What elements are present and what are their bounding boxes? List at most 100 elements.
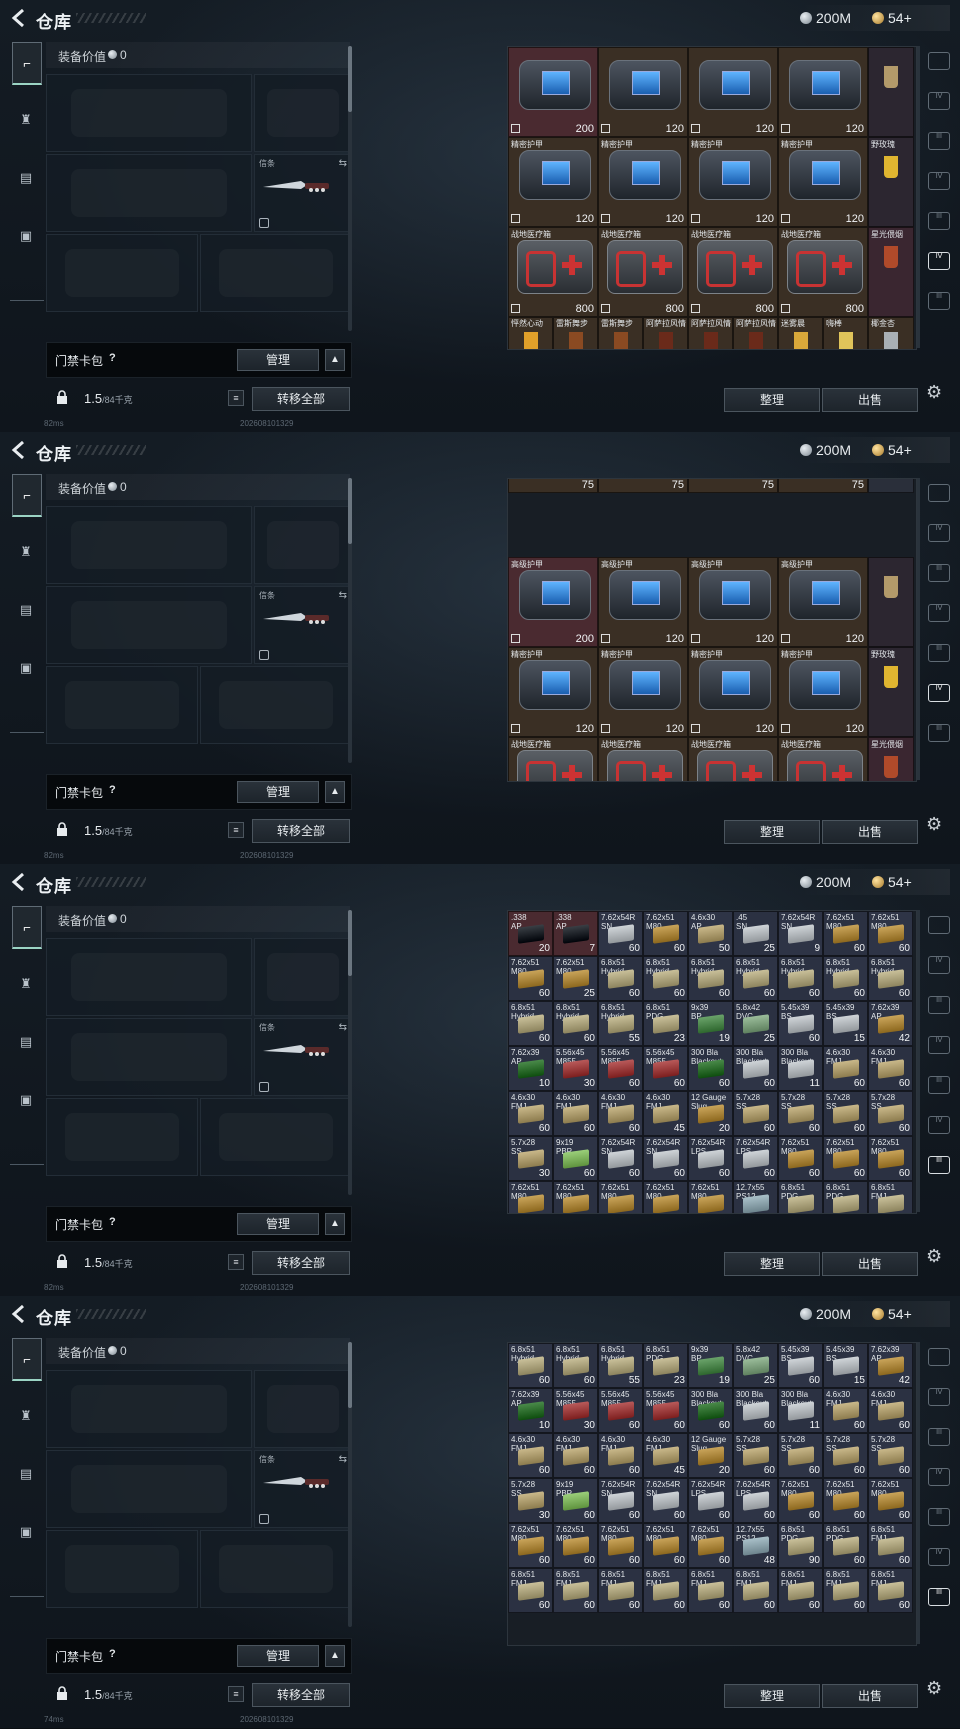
armor-bag-item[interactable]: 精密护甲 120	[598, 647, 688, 737]
gear-icon[interactable]: ⚙	[926, 814, 942, 835]
armor-bag-item[interactable]: 75	[508, 479, 598, 493]
ammo-item[interactable]: .338 AP 20	[508, 911, 553, 956]
transfer-all-button[interactable]: 转移全部	[252, 1251, 350, 1275]
ammo-item[interactable]: 4.6x30 FMJ 60	[598, 1433, 643, 1478]
drink-item[interactable]: 怦然心动	[508, 317, 553, 349]
ammo-item[interactable]: 5.45x39 BS 60	[778, 1343, 823, 1388]
consumable-item[interactable]: 野玫瑰	[868, 647, 914, 737]
currency-bar[interactable]: 200M 54+	[800, 437, 950, 463]
pistol-slot[interactable]	[254, 938, 352, 1016]
back-arrow-icon[interactable]	[10, 872, 28, 892]
ammo-item[interactable]: 5.45x39 BS 15	[823, 1343, 868, 1388]
ammo-item[interactable]: 5.56x45 M85560	[598, 1388, 643, 1433]
ammo-item[interactable]: 4.6x30 FMJ 60	[508, 1433, 553, 1478]
helmet-slot[interactable]	[46, 1098, 198, 1176]
ammo-item[interactable]: 6.8x51 Hybrid60	[643, 956, 688, 1001]
ammo-item[interactable]: 7.62x39 AP 42	[868, 1001, 913, 1046]
storage-page-icon[interactable]: IV	[928, 1548, 950, 1566]
ammo-item[interactable]: 6.8x51 FMJ60	[733, 1568, 778, 1613]
tab-weapons[interactable]: ⌐	[12, 1338, 42, 1381]
armor-slot[interactable]	[200, 234, 352, 312]
swap-icon[interactable]: ⇆	[339, 590, 347, 601]
tab-weapons[interactable]: ⌐	[12, 906, 42, 949]
storage-page-icon[interactable]	[928, 52, 950, 70]
ammo-item[interactable]: .45 SN 25	[733, 911, 778, 956]
armor-bag-item[interactable]: 高级护甲 200	[508, 557, 598, 647]
ammo-item[interactable]: 300 Bla Blackout60	[733, 1388, 778, 1433]
tab-clipboard[interactable]: ▤	[12, 1454, 40, 1494]
ammo-item[interactable]: 6.8x51 FMJ60	[778, 1568, 823, 1613]
secondary-weapon-slot[interactable]	[46, 154, 252, 232]
ammo-item[interactable]: 4.6x30 FMJ 60	[508, 1091, 553, 1136]
collapse-button[interactable]: ▲	[325, 1645, 345, 1667]
sort-button[interactable]: 整理	[724, 388, 820, 412]
ammo-item[interactable]: 6.8x51 FMJ60	[508, 1568, 553, 1613]
back-arrow-icon[interactable]	[10, 1304, 28, 1324]
scroll-thumb[interactable]	[348, 478, 352, 544]
ammo-item[interactable]: 6.8x51 Hybrid60	[778, 956, 823, 1001]
armor-bag-item[interactable]: 精密护甲 120	[598, 137, 688, 227]
manage-button[interactable]: 管理	[237, 781, 319, 803]
ammo-item[interactable]: 7.62x54R SN 60	[643, 1478, 688, 1523]
medkit-item[interactable]: 战地医疗箱800	[598, 227, 688, 317]
consumable-item[interactable]	[868, 557, 914, 647]
ammo-item[interactable]: 4.6x30 FMJ 60	[553, 1433, 598, 1478]
list-view-icon[interactable]: ≡	[228, 1254, 244, 1270]
drink-item[interactable]: 阿萨拉风情	[643, 317, 688, 349]
consumable-item[interactable]: 星光偎烟	[868, 227, 914, 317]
ammo-item[interactable]: 7.62x54R SN 60	[598, 1136, 643, 1181]
medkit-item[interactable]: 战地医疗箱800	[778, 737, 868, 781]
ammo-item[interactable]: 5.8x42 DVC25	[733, 1343, 778, 1388]
ammo-item[interactable]: 7.62x51 M8060	[508, 1181, 553, 1213]
tab-armor[interactable]: ♜	[12, 532, 40, 572]
ammo-item[interactable]: 7.62x54R LPS 60	[733, 1478, 778, 1523]
ammo-item[interactable]: 7.62x51 M8060	[688, 1523, 733, 1568]
grid-scrollbar[interactable]	[917, 1342, 920, 1644]
medkit-item[interactable]: 战地医疗箱800	[778, 227, 868, 317]
help-icon[interactable]: ?	[109, 352, 116, 364]
ammo-item[interactable]: 7.62x51 M8060	[823, 911, 868, 956]
storage-page-icon[interactable]: III	[928, 1428, 950, 1446]
ammo-item[interactable]: 6.8x51 Hybrid55	[598, 1001, 643, 1046]
currency-bar[interactable]: 200M 54+	[800, 5, 950, 31]
help-icon[interactable]: ?	[109, 1216, 116, 1228]
ammo-item[interactable]: 6.8x51 Hybrid60	[598, 956, 643, 1001]
ammo-item[interactable]: 6.8x51 PDG23	[643, 1343, 688, 1388]
storage-page-icon[interactable]: IV	[928, 252, 950, 270]
transfer-all-button[interactable]: 转移全部	[252, 1683, 350, 1707]
sell-button[interactable]: 出售	[822, 820, 918, 844]
ammo-item[interactable]: 6.8x51 FMJ60	[643, 1568, 688, 1613]
ammo-item[interactable]: 7.62x51 M8060	[598, 1181, 643, 1213]
pistol-slot[interactable]	[254, 506, 352, 584]
scroll-thumb[interactable]	[348, 1342, 352, 1408]
storage-page-icon[interactable]	[928, 484, 950, 502]
ammo-item[interactable]: 12.7x55 PS1248	[733, 1523, 778, 1568]
tab-armor[interactable]: ♜	[12, 964, 40, 1004]
secondary-weapon-slot[interactable]	[46, 1018, 252, 1096]
ammo-item[interactable]: 7.62x51 M8060	[598, 1523, 643, 1568]
storage-page-icon[interactable]: III	[928, 132, 950, 150]
armor-bag-item[interactable]: 75	[598, 479, 688, 493]
storage-page-icon[interactable]	[928, 916, 950, 934]
sort-button[interactable]: 整理	[724, 1252, 820, 1276]
gear-icon[interactable]: ⚙	[926, 382, 942, 403]
storage-page-icon[interactable]: IV	[928, 956, 950, 974]
ammo-item[interactable]: 5.7x28 SS 60	[733, 1091, 778, 1136]
gear-icon[interactable]: ⚙	[926, 1678, 942, 1699]
ammo-item[interactable]: 6.8x51 FMJ60	[553, 1568, 598, 1613]
ammo-item[interactable]: 5.7x28 SS 60	[823, 1091, 868, 1136]
ammo-item[interactable]: 7.62x51 M8060	[868, 911, 913, 956]
ammo-item[interactable]: 7.62x51 M8060	[868, 1478, 913, 1523]
armor-bag-item[interactable]: 高级护甲 120	[688, 557, 778, 647]
gear-icon[interactable]: ⚙	[926, 1246, 942, 1267]
ammo-item[interactable]: 300 Bla Blackout11	[778, 1388, 823, 1433]
drink-item[interactable]: 嗨棒	[823, 317, 868, 349]
storage-page-icon[interactable]: III	[928, 644, 950, 662]
sort-button[interactable]: 整理	[724, 1684, 820, 1708]
storage-page-icon[interactable]: IV	[928, 172, 950, 190]
ammo-item[interactable]: 5.7x28 SS 60	[778, 1433, 823, 1478]
primary-weapon-slot[interactable]	[46, 506, 252, 584]
manage-button[interactable]: 管理	[237, 1645, 319, 1667]
equipment-scrollbar[interactable]	[348, 1342, 352, 1627]
storage-page-icon[interactable]	[928, 1348, 950, 1366]
